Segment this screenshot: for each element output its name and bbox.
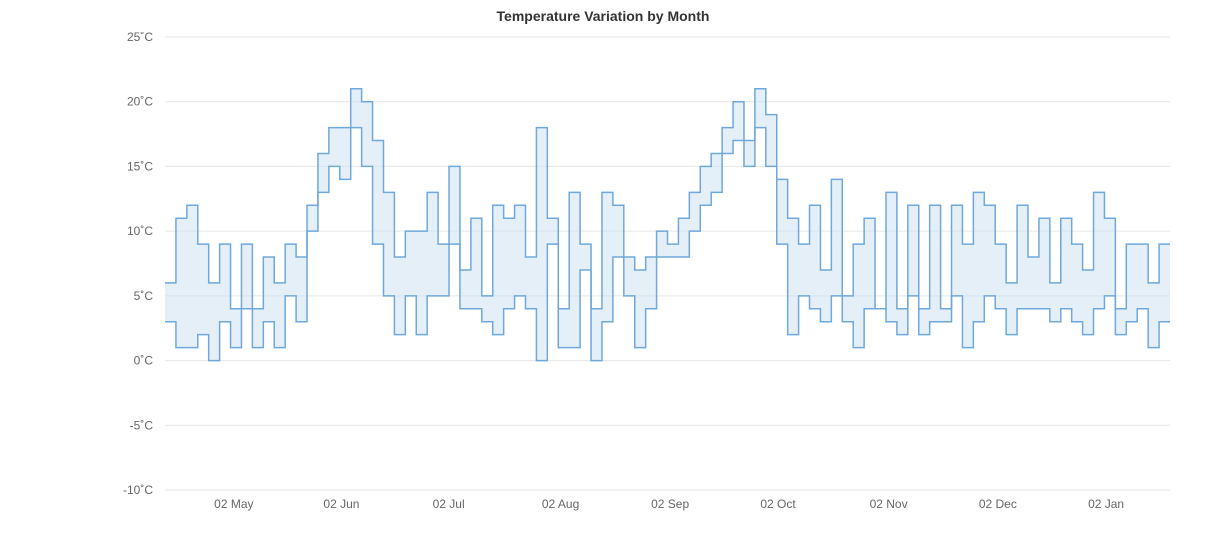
x-tick-label: 02 May: [214, 497, 253, 511]
chart-title: Temperature Variation by Month: [0, 8, 1206, 24]
x-tick-label: 02 Jan: [1088, 497, 1124, 511]
x-tick-label: 02 Sep: [651, 497, 689, 511]
y-tick-label: 20˚C: [127, 95, 153, 109]
y-tick-label: -10˚C: [123, 483, 153, 497]
y-tick-label: 10˚C: [127, 224, 153, 238]
x-tick-label: 02 Dec: [979, 497, 1017, 511]
x-tick-label: 02 Nov: [870, 497, 908, 511]
y-tick-label: 0˚C: [134, 354, 154, 368]
x-tick-label: 02 Jun: [323, 497, 359, 511]
x-tick-label: 02 Oct: [760, 497, 796, 511]
y-tick-label: 15˚C: [127, 159, 153, 173]
y-tick-label: 25˚C: [127, 32, 153, 44]
chart-plot[interactable]: -10˚C -5˚C 0˚C 5˚C 10˚C 15˚C 20˚C 25˚C 02 May 02…: [110, 32, 1180, 520]
y-tick-label: -5˚C: [130, 418, 154, 432]
y-tick-label: 5˚C: [134, 289, 154, 303]
range-area: [165, 89, 1170, 361]
x-tick-label: 02 Aug: [542, 497, 579, 511]
x-tick-label: 02 Jul: [433, 497, 465, 511]
